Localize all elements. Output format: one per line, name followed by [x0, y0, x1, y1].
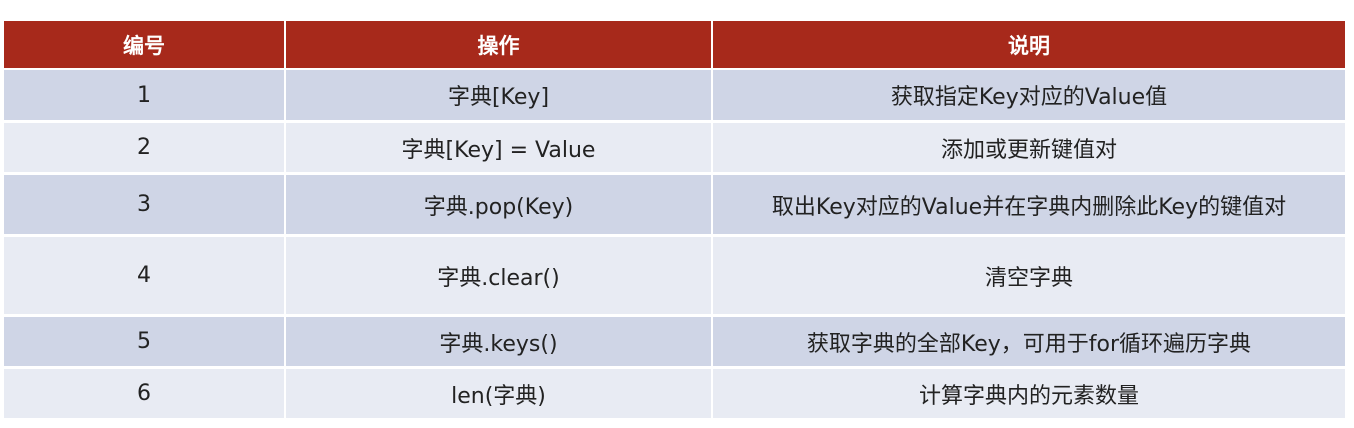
- header-description: 说明: [712, 21, 1345, 70]
- row-operation: 字典.clear(): [285, 235, 713, 317]
- table-row: 2 字典[Key] = Value 添加或更新键值对: [4, 121, 1345, 175]
- row-operation: 字典.keys(): [285, 315, 713, 369]
- row-number: 2: [4, 121, 286, 175]
- row-number: 1: [4, 69, 286, 123]
- row-operation: 字典.pop(Key): [285, 173, 713, 237]
- row-operation: 字典[Key]: [285, 69, 713, 123]
- row-description: 获取字典的全部Key，可用于for循环遍历字典: [712, 315, 1345, 369]
- dictionary-operations-table: 编号 操作 说明 1 字典[Key] 获取指定Key对应的Value值 2 字典…: [4, 21, 1345, 421]
- row-description: 添加或更新键值对: [712, 121, 1345, 175]
- row-description: 清空字典: [712, 235, 1345, 317]
- row-number: 3: [4, 173, 286, 237]
- table-body: 1 字典[Key] 获取指定Key对应的Value值 2 字典[Key] = V…: [4, 69, 1345, 421]
- table-row: 4 字典.clear() 清空字典: [4, 235, 1345, 317]
- row-operation: len(字典): [285, 367, 713, 421]
- row-description: 获取指定Key对应的Value值: [712, 69, 1345, 123]
- header-operation: 操作: [285, 21, 713, 70]
- table-header: 编号 操作 说明: [4, 21, 1345, 70]
- row-description: 计算字典内的元素数量: [712, 367, 1345, 421]
- table-row: 3 字典.pop(Key) 取出Key对应的Value并在字典内删除此Key的键…: [4, 173, 1345, 237]
- table-row: 6 len(字典) 计算字典内的元素数量: [4, 367, 1345, 421]
- table-row: 5 字典.keys() 获取字典的全部Key，可用于for循环遍历字典: [4, 315, 1345, 369]
- row-number: 5: [4, 315, 286, 369]
- row-number: 4: [4, 235, 286, 317]
- dictionary-operations-table-container: 编号 操作 说明 1 字典[Key] 获取指定Key对应的Value值 2 字典…: [4, 21, 1345, 421]
- table-row: 1 字典[Key] 获取指定Key对应的Value值: [4, 69, 1345, 123]
- row-number: 6: [4, 367, 286, 421]
- row-description: 取出Key对应的Value并在字典内删除此Key的键值对: [712, 173, 1345, 237]
- header-number: 编号: [4, 21, 286, 70]
- header-row: 编号 操作 说明: [4, 21, 1345, 70]
- row-operation: 字典[Key] = Value: [285, 121, 713, 175]
